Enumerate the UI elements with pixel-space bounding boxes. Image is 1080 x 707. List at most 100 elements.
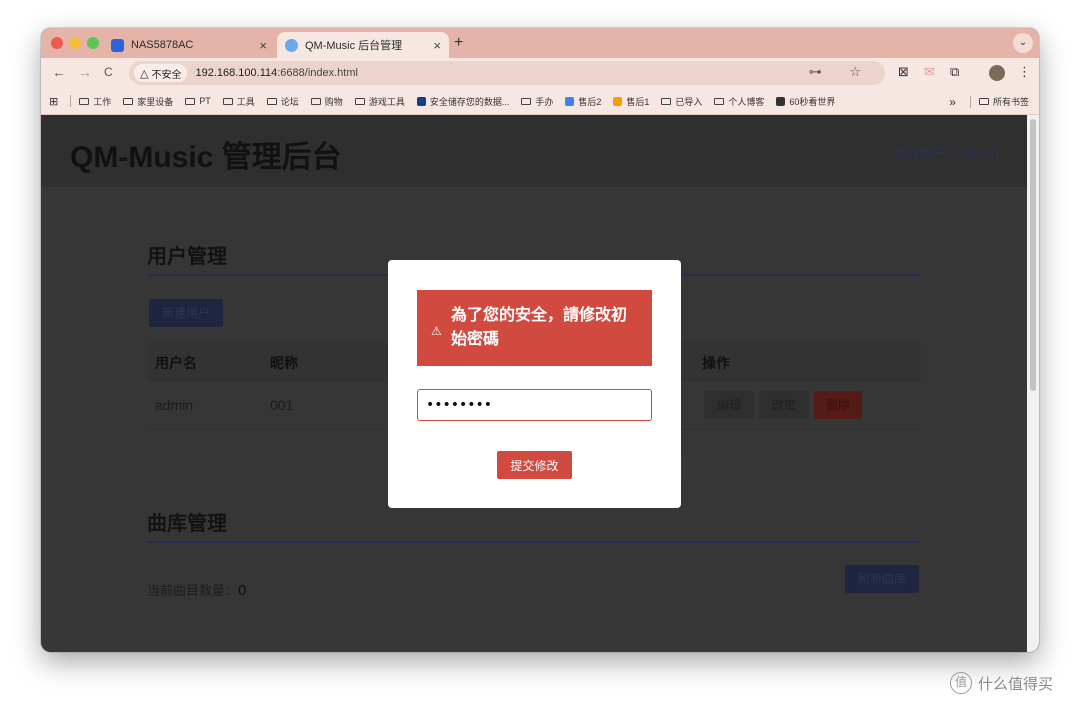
new-tab-button[interactable]: + [454, 34, 463, 52]
more-bookmarks-button[interactable]: » [949, 95, 956, 109]
extension-mail-icon[interactable]: ✉ [924, 64, 935, 80]
bookmark-label: 已导入 [675, 96, 703, 107]
folder-icon [266, 97, 277, 105]
folder-icon [222, 97, 233, 105]
app-header: QM-Music 管理后台 当前用户：admin [41, 115, 1027, 187]
minimize-window-button[interactable] [69, 37, 81, 49]
page-content: QM-Music 管理后台 当前用户：admin 用户管理 新建用户 用户名 昵… [41, 115, 1027, 652]
alert-text: 為了您的安全，請修改初始密碼 [451, 307, 628, 348]
card-title: 曲库管理 [147, 513, 227, 535]
url-path: :6688/index.html [277, 67, 358, 79]
bookmark-divider [70, 95, 72, 107]
bookmark-item[interactable]: 售后1 [613, 95, 649, 108]
bookmark-item[interactable]: 已导入 [661, 95, 702, 108]
bookmark-label: 售后2 [578, 96, 602, 107]
bookmarks-bar: ⊞ 工作 家里设备 PT 工具 论坛 购物 游戏工具 安全储存您的数据... 手办 售后2 售后1 已… [41, 88, 1039, 115]
nas-favicon-icon [111, 38, 124, 52]
bookmark-item[interactable]: 家里设备 [123, 95, 173, 108]
bookmark-item[interactable]: 手办 [521, 95, 553, 108]
folder-icon [310, 97, 321, 105]
tab-nas[interactable]: NAS5878AC × [103, 32, 275, 58]
close-tab-icon[interactable]: × [433, 38, 441, 53]
delete-button[interactable]: 删除 [814, 391, 862, 419]
change-password-button[interactable]: 改密 [759, 391, 809, 419]
folder-icon [661, 97, 672, 105]
extensions-puzzle-icon[interactable]: ⧉ [950, 64, 959, 80]
close-window-button[interactable] [51, 37, 63, 49]
site-favicon-icon [565, 96, 575, 106]
tab-search-button[interactable]: ⌄ [1013, 33, 1033, 53]
zoom-window-button[interactable] [87, 37, 99, 49]
new-password-input[interactable] [417, 389, 652, 421]
bookmark-label: 60秒看世界 [789, 96, 836, 107]
app-title: QM-Music 管理后台 [70, 141, 342, 174]
bookmark-label: 手办 [535, 96, 554, 107]
bookmark-label: 个人博客 [728, 96, 765, 107]
bookmark-item[interactable]: PT [185, 96, 211, 106]
cell-nickname: 001 [270, 397, 294, 413]
warning-icon: ⚠ [431, 324, 442, 338]
change-password-modal: ⚠ 為了您的安全，請修改初始密碼 提交修改 [388, 260, 681, 508]
cell-username: admin [155, 397, 194, 413]
folder-icon [521, 97, 532, 105]
refresh-library-button[interactable]: 刷新曲库 [845, 565, 919, 593]
card-divider [147, 541, 921, 543]
bookmark-label: 家里设备 [137, 96, 174, 107]
forward-button[interactable]: → [78, 64, 92, 80]
warning-triangle-icon: △ [140, 67, 149, 80]
current-user-label: 当前用户： [890, 145, 961, 161]
track-count: 当前曲目数量：0 [147, 580, 246, 599]
column-actions: 操作 [702, 355, 730, 371]
profile-avatar[interactable] [989, 65, 1005, 81]
site-favicon-icon [416, 96, 426, 106]
scrollbar-thumb[interactable] [1030, 119, 1036, 391]
security-alert: ⚠ 為了您的安全，請修改初始密碼 [417, 290, 652, 366]
bookmark-label: 售后1 [626, 96, 650, 107]
current-user: 当前用户：admin [891, 143, 999, 163]
bookmark-item[interactable]: 60秒看世界 [776, 95, 835, 108]
bookmark-label: 工具 [236, 96, 255, 107]
folder-icon [978, 98, 989, 105]
column-nickname: 昵称 [270, 355, 298, 371]
edit-button[interactable]: 编辑 [704, 391, 754, 419]
new-user-button[interactable]: 新建用户 [149, 299, 223, 327]
current-user-name: admin [960, 145, 999, 161]
bookmark-item[interactable]: 工作 [79, 95, 111, 108]
password-and-star-icons[interactable]: ⊶ ☆ [809, 64, 873, 80]
bookmark-item[interactable]: 个人博客 [714, 95, 764, 108]
security-label: 不安全 [151, 69, 182, 81]
browser-menu-icon[interactable]: ⋮ [1018, 64, 1031, 80]
bookmark-item[interactable]: 购物 [310, 95, 343, 108]
bookmark-item[interactable]: 论坛 [266, 95, 299, 108]
bookmarks-right: » 所有书签 [949, 88, 1029, 115]
folder-icon [123, 97, 134, 105]
title-bar: NAS5878AC × QM-Music 后台管理 × + ⌄ [41, 28, 1039, 58]
folder-icon [185, 97, 196, 105]
apps-grid-icon[interactable]: ⊞ [49, 95, 58, 108]
qm-music-favicon-icon [285, 38, 298, 52]
submit-change-button[interactable]: 提交修改 [497, 451, 572, 479]
bookmark-item[interactable]: 售后2 [565, 95, 601, 108]
reload-button[interactable]: C [104, 65, 113, 79]
watermark-text: 什么值得买 [978, 675, 1054, 693]
bookmark-label: 购物 [324, 96, 343, 107]
smzdm-logo-icon: 值 [950, 672, 972, 694]
bookmark-label: 论坛 [280, 96, 299, 107]
page-scrollbar[interactable] [1027, 115, 1039, 652]
folder-icon [354, 97, 365, 105]
back-button[interactable]: ← [52, 64, 66, 80]
security-chip[interactable]: △ 不安全 [134, 64, 188, 82]
address-bar[interactable]: △ 不安全 192.168.100.114:6688/index.html ⊶ … [129, 61, 885, 85]
close-tab-icon[interactable]: × [259, 38, 267, 53]
bookmark-item[interactable]: 安全储存您的数据... [416, 95, 509, 108]
browser-window: NAS5878AC × QM-Music 后台管理 × + ⌄ ← → C △ … [41, 28, 1039, 652]
track-count-value: 0 [238, 582, 247, 599]
site-favicon-icon [776, 96, 786, 106]
bookmark-item[interactable]: 游戏工具 [354, 95, 405, 108]
watermark: 值 什么值得买 [950, 672, 1053, 694]
tab-qm-music[interactable]: QM-Music 后台管理 × [277, 32, 449, 58]
all-bookmarks-folder[interactable]: 所有书签 [978, 95, 1029, 108]
extension-icon[interactable]: ⊠ [898, 64, 909, 80]
bookmark-item[interactable]: 工具 [222, 95, 255, 108]
browser-toolbar: ← → C △ 不安全 192.168.100.114:6688/index.h… [41, 58, 1039, 88]
